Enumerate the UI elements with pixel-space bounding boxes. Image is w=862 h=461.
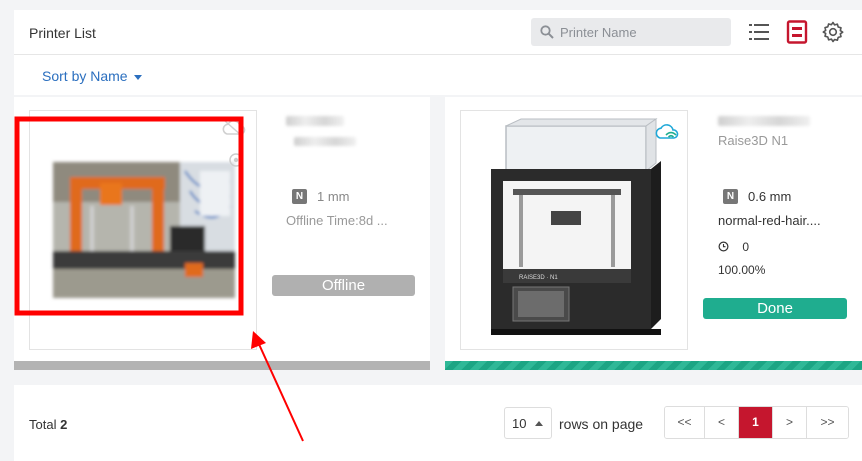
pagination-footer: Total 2 10 rows on page << < 1 > >> [14,385,862,461]
status-offline-button[interactable]: Offline [272,275,415,296]
nozzle-info: N 0.6 mm [723,188,792,205]
nozzle-size: 1 mm [317,189,350,205]
total-count: Total 2 [29,417,67,432]
printer-model: Raise3D N1 [718,133,789,148]
sort-label: Sort by Name [42,68,128,84]
rows-per-page-label: rows on page [559,416,644,432]
print-time: 0 [718,239,749,254]
printer-thumbnail[interactable]: RAISE3D · N1 [460,110,688,350]
next-page-button[interactable]: > [773,407,807,438]
rows-per-page-value: 10 [512,416,527,431]
printer-card-1[interactable]: N 1 mm Offline Time:8d ... Offline [14,97,430,370]
rows-per-page-select[interactable]: 10 [504,407,552,439]
printer-thumbnail[interactable] [29,110,257,350]
search-input[interactable]: Printer Name [531,18,731,46]
printer-photo: RAISE3D · N1 [491,118,661,335]
nozzle-badge: N [723,189,738,205]
clock-icon [718,241,729,252]
printer-name-blurred [718,116,810,126]
cloud-offline-icon [222,120,246,137]
page-1-button[interactable]: 1 [739,407,773,438]
card-view-icon[interactable] [785,20,809,44]
search-placeholder: Printer Name [560,25,637,40]
nozzle-size: 0.6 mm [748,189,792,205]
printer-name-blurred [286,116,344,126]
sort-bar: Sort by Name [14,55,862,95]
printer-list-page: Printer List Printer Name Sort by Name N… [0,0,862,461]
print-time-value: 0 [742,239,750,254]
total-label: Total [29,417,57,432]
caret-down-icon [133,74,142,80]
status-done-button[interactable]: Done [703,298,847,319]
caret-up-icon [535,421,543,426]
progress-value: 100.00% [718,263,766,277]
camera-icon [229,153,243,167]
printer-card-2[interactable]: RAISE3D · N1 Raise3D N1 N 0.6 mm normal-r… [445,97,862,370]
last-page-button[interactable]: >> [807,407,848,438]
offline-time: Offline Time:8d ... [286,213,388,228]
printer-model-blurred [294,137,356,146]
printer-photo [53,162,235,298]
cloud-online-icon [655,124,679,139]
nozzle-info: N 1 mm [292,188,350,205]
raise3d-logo-text: RAISE3D · N1 [519,275,558,281]
first-page-button[interactable]: << [665,407,705,438]
search-icon [540,25,554,39]
gear-icon[interactable] [821,20,845,44]
job-name: normal-red-hair.... [718,213,821,228]
prev-page-button[interactable]: < [705,407,739,438]
header-bar: Printer List Printer Name [14,10,862,55]
status-bar-offline [14,361,430,370]
nozzle-badge: N [292,189,307,205]
page-title: Printer List [29,25,96,41]
total-value: 2 [60,417,68,432]
pager: << < 1 > >> [664,406,849,439]
list-view-icon[interactable] [747,20,771,44]
status-bar-done [445,361,862,370]
sort-dropdown[interactable]: Sort by Name [42,68,142,84]
